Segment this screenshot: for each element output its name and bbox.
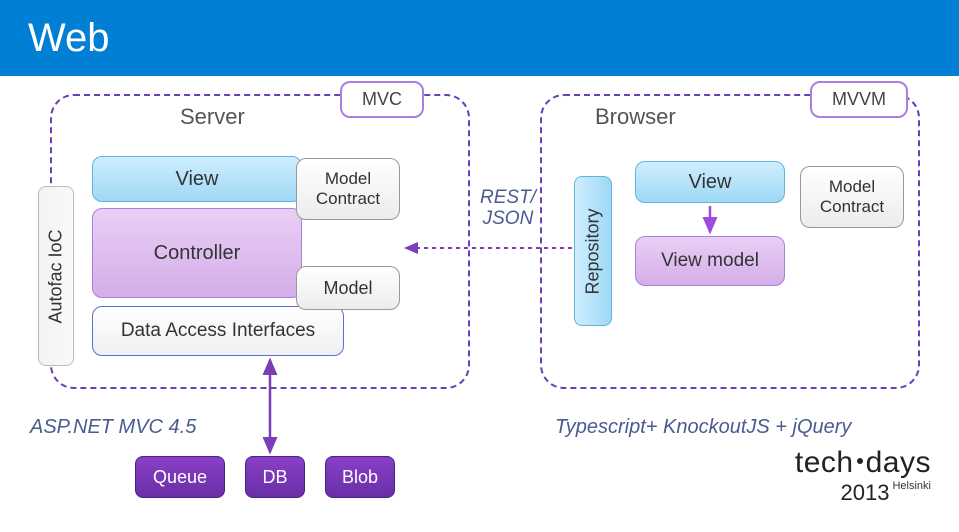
autofac-ioc-label: Autofac IoC	[46, 229, 67, 323]
queue-storage-block: Queue	[135, 456, 225, 498]
page-title: Web	[28, 16, 110, 61]
server-view-block: View	[92, 156, 302, 202]
server-model-contract-block: Model Contract	[296, 158, 400, 220]
rest-json-label: REST/ JSON	[480, 188, 536, 230]
rest-json-text: REST/ JSON	[480, 187, 536, 229]
aspnet-caption: ASP.NET MVC 4.5	[30, 416, 196, 439]
logo-line2: 2013Helsinki	[795, 480, 931, 506]
browser-label: Browser	[595, 104, 676, 130]
logo-line1: tech days	[795, 446, 931, 480]
browser-model-contract-block: Model Contract	[800, 166, 904, 228]
blob-storage-block: Blob	[325, 456, 395, 498]
controller-block: Controller	[92, 208, 302, 298]
logo-days: days	[866, 446, 931, 479]
mvvm-badge: MVVM	[810, 81, 908, 118]
logo-year: 2013	[841, 480, 890, 505]
logo-dot-icon	[857, 458, 863, 464]
diagram-stage: Server Browser MVC MVVM Autofac IoC View…	[0, 76, 959, 516]
logo-tech: tech	[795, 446, 854, 479]
techdays-logo: tech days 2013Helsinki	[795, 446, 931, 506]
typescript-caption: Typescript+ KnockoutJS + jQuery	[555, 416, 851, 439]
server-label: Server	[180, 104, 245, 130]
browser-model-contract-label: Model Contract	[820, 177, 884, 216]
view-model-block: View model	[635, 236, 785, 286]
server-model-contract-label: Model Contract	[316, 169, 380, 208]
autofac-ioc-block: Autofac IoC	[38, 186, 74, 366]
browser-view-block: View	[635, 161, 785, 203]
mvc-badge: MVC	[340, 81, 424, 118]
data-access-interfaces-block: Data Access Interfaces	[92, 306, 344, 356]
logo-city: Helsinki	[892, 480, 931, 492]
server-model-block: Model	[296, 266, 400, 310]
header-bar: Web	[0, 0, 959, 76]
repository-block: Repository	[574, 176, 612, 326]
db-storage-block: DB	[245, 456, 305, 498]
repository-label: Repository	[583, 208, 604, 294]
